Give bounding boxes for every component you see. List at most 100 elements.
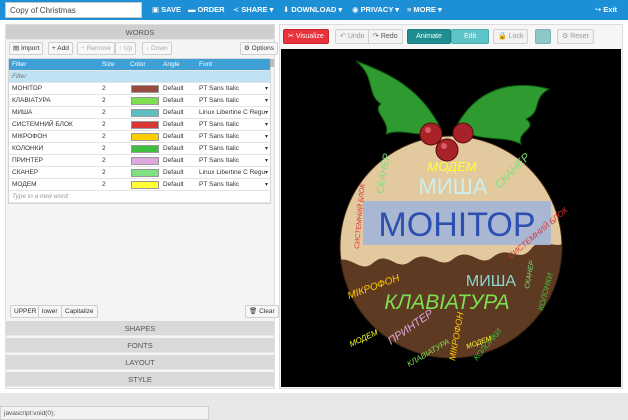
- lock-button[interactable]: 🔒 Lock: [493, 29, 529, 44]
- word-row[interactable]: СИСТЕМНИЙ БЛОК 2 Default PT Sans Italic ▾: [9, 119, 270, 131]
- order-menu[interactable]: ▬ ORDER: [188, 0, 225, 20]
- word-cell[interactable]: МІКРОФОН: [12, 131, 98, 143]
- column-header-color[interactable]: Color: [130, 59, 160, 71]
- word-cell[interactable]: КОЛОНКИ: [12, 143, 98, 155]
- angle-cell[interactable]: Default: [163, 95, 197, 107]
- upper-button[interactable]: UPPER: [10, 305, 41, 318]
- angle-cell[interactable]: Default: [163, 119, 197, 131]
- word-modem-2[interactable]: МОДЕМ: [348, 328, 380, 349]
- lower-button[interactable]: lower: [38, 305, 62, 318]
- words-section-header[interactable]: WORDS: [6, 25, 274, 40]
- visualize-button[interactable]: ✂ Visualize: [283, 29, 329, 44]
- column-header-filter[interactable]: Filter: [12, 59, 98, 71]
- new-word-input[interactable]: Type in a new word: [12, 191, 98, 203]
- size-cell[interactable]: 2: [102, 143, 124, 155]
- font-dropdown-icon[interactable]: ▾: [265, 107, 268, 119]
- share-menu[interactable]: ≺ SHARE ▾: [233, 0, 273, 20]
- word-monitor[interactable]: МОНІТОР: [378, 206, 535, 244]
- word-cell[interactable]: МИША: [12, 107, 98, 119]
- font-cell[interactable]: PT Sans Italic: [199, 119, 265, 131]
- font-dropdown-icon[interactable]: ▾: [265, 95, 268, 107]
- font-cell[interactable]: PT Sans Italic: [199, 95, 265, 107]
- color-swatch[interactable]: [131, 157, 159, 165]
- word-row[interactable]: СКАНЕР 2 DefaultLinux Libertine C Regular▾: [9, 167, 270, 179]
- word-mouse[interactable]: МИША: [466, 273, 516, 290]
- word-cell[interactable]: ПРИНТЕР: [12, 155, 98, 167]
- font-cell[interactable]: PT Sans Italic: [199, 143, 265, 155]
- exit-menu[interactable]: ↪ Exit: [595, 0, 617, 20]
- column-header-size[interactable]: Size: [102, 59, 124, 71]
- color-swatch[interactable]: [131, 145, 159, 153]
- privacy-menu[interactable]: ◉ PRIVACY ▾: [352, 0, 399, 20]
- word-row[interactable]: КОЛОНКИ 2 Default PT Sans Italic ▾: [9, 143, 270, 155]
- word-row[interactable]: КЛАВІАТУРА 2 Default PT Sans Italic ▾: [9, 95, 270, 107]
- word-row[interactable]: МОДЕМ 2 Default PT Sans Italic ▾: [9, 179, 270, 191]
- size-cell[interactable]: 2: [102, 179, 124, 191]
- reset-button[interactable]: ⚙ Reset: [557, 29, 594, 44]
- remove-button[interactable]: − Remove: [77, 42, 115, 55]
- layout-section[interactable]: LAYOUT: [6, 355, 274, 370]
- word-cell[interactable]: СИСТЕМНИЙ БЛОК: [12, 119, 98, 131]
- color-swatch[interactable]: [131, 121, 159, 129]
- font-cell[interactable]: PT Sans Italic: [199, 179, 265, 191]
- add-button[interactable]: + Add: [48, 42, 73, 55]
- font-dropdown-icon[interactable]: ▾: [265, 155, 268, 167]
- angle-cell[interactable]: Default: [163, 167, 197, 179]
- word-row[interactable]: МИША 2 DefaultLinux Libertine C Regular▾: [9, 107, 270, 119]
- angle-cell[interactable]: Default: [163, 179, 197, 191]
- import-button[interactable]: ▤ Import: [9, 42, 44, 55]
- down-button[interactable]: ↓ Down: [142, 42, 172, 55]
- font-cell[interactable]: PT Sans Italic: [199, 83, 265, 95]
- font-dropdown-icon[interactable]: ▾: [265, 179, 268, 191]
- size-cell[interactable]: 2: [102, 131, 124, 143]
- angle-cell[interactable]: Default: [163, 155, 197, 167]
- background-color-swatch[interactable]: [535, 29, 551, 44]
- capitalize-button[interactable]: Capitalize: [61, 305, 98, 318]
- color-swatch[interactable]: [131, 97, 159, 105]
- style-section[interactable]: STYLE: [6, 372, 274, 387]
- filter-row[interactable]: Filter: [9, 71, 270, 83]
- angle-cell[interactable]: Default: [163, 107, 197, 119]
- word-cell[interactable]: МОНІТОР: [12, 83, 98, 95]
- size-cell[interactable]: 2: [102, 155, 124, 167]
- word-row[interactable]: МОНІТОР 2 Default PT Sans Italic ▾: [9, 83, 270, 95]
- word-row[interactable]: ПРИНТЕР 2 Default PT Sans Italic ▾: [9, 155, 270, 167]
- size-cell[interactable]: 2: [102, 83, 124, 95]
- font-cell[interactable]: PT Sans Italic: [199, 131, 265, 143]
- animate-button[interactable]: Animate: [407, 29, 451, 44]
- clear-button[interactable]: 🗑 Clear: [245, 305, 279, 318]
- size-cell[interactable]: 2: [102, 167, 124, 179]
- font-dropdown-icon[interactable]: ▾: [265, 131, 268, 143]
- font-cell[interactable]: Linux Libertine C Regular: [199, 167, 265, 179]
- font-cell[interactable]: PT Sans Italic: [199, 155, 265, 167]
- font-dropdown-icon[interactable]: ▾: [265, 119, 268, 131]
- word-mouse-large[interactable]: МИША: [419, 174, 488, 199]
- color-swatch[interactable]: [131, 169, 159, 177]
- column-header-angle[interactable]: Angle: [163, 59, 197, 71]
- word-keyboard[interactable]: КЛАВІАТУРА: [384, 291, 509, 314]
- fonts-section[interactable]: FONTS: [6, 338, 274, 353]
- size-cell[interactable]: 2: [102, 107, 124, 119]
- undo-button[interactable]: ↶ Undo: [335, 29, 370, 44]
- color-swatch[interactable]: [131, 133, 159, 141]
- word-cell[interactable]: СКАНЕР: [12, 167, 98, 179]
- angle-cell[interactable]: Default: [163, 83, 197, 95]
- angle-cell[interactable]: Default: [163, 143, 197, 155]
- color-swatch[interactable]: [131, 109, 159, 117]
- save-menu[interactable]: ▣ SAVE: [152, 0, 181, 20]
- word-cell[interactable]: МОДЕМ: [12, 179, 98, 191]
- angle-cell[interactable]: Default: [163, 131, 197, 143]
- font-dropdown-icon[interactable]: ▾: [265, 167, 268, 179]
- download-menu[interactable]: ⬇ DOWNLOAD ▾: [283, 0, 342, 20]
- column-header-font[interactable]: Font: [199, 59, 265, 71]
- wordcloud-canvas[interactable]: МОНІТОР КЛАВІАТУРА МИША МИША МОДЕМ СКАНЕ…: [281, 49, 621, 387]
- word-row[interactable]: МІКРОФОН 2 Default PT Sans Italic ▾: [9, 131, 270, 143]
- new-word-row[interactable]: Type in a new word: [9, 191, 270, 203]
- table-scrollbar[interactable]: [270, 59, 274, 67]
- edit-button[interactable]: Edit: [451, 29, 489, 44]
- font-dropdown-icon[interactable]: ▾: [265, 83, 268, 95]
- size-cell[interactable]: 2: [102, 95, 124, 107]
- font-dropdown-icon[interactable]: ▾: [265, 143, 268, 155]
- size-cell[interactable]: 2: [102, 119, 124, 131]
- more-menu[interactable]: ≡ MORE ▾: [407, 0, 442, 20]
